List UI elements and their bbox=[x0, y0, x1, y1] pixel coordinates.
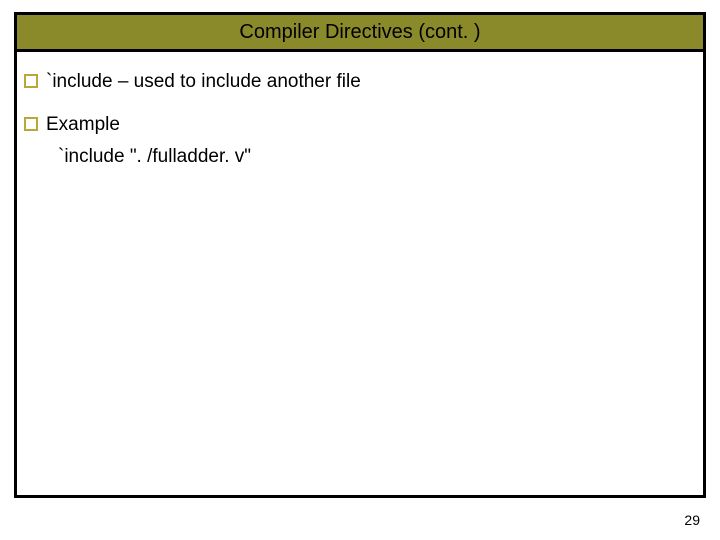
bullet-item: Example bbox=[24, 113, 696, 138]
square-bullet-icon bbox=[24, 117, 38, 131]
bullet-item: `include – used to include another file bbox=[24, 70, 696, 95]
slide-title: Compiler Directives (cont. ) bbox=[239, 21, 480, 44]
slide-container: Compiler Directives (cont. ) `include – … bbox=[0, 0, 720, 540]
content-area: `include – used to include another file … bbox=[24, 60, 696, 170]
page-number: 29 bbox=[684, 512, 700, 528]
title-bar: Compiler Directives (cont. ) bbox=[14, 12, 706, 52]
bullet-text: `include – used to include another file bbox=[46, 70, 361, 95]
square-bullet-icon bbox=[24, 74, 38, 88]
example-code: `include ". /fulladder. v" bbox=[58, 145, 696, 170]
bullet-text: Example bbox=[46, 113, 120, 138]
